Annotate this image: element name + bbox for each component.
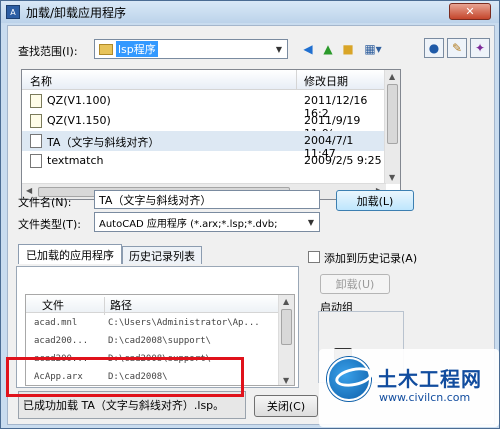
document-icon [30, 134, 42, 148]
column-name-header[interactable]: 名称 [30, 73, 52, 89]
dialog-window: A 加载/卸载应用程序 ✕ 查找范围(I): lsp程序 ▼ ◀ ▲ ■ ▦▾ … [0, 0, 500, 429]
watermark-title: 土木工程网 [377, 367, 482, 391]
close-button[interactable]: 关闭(C) [254, 395, 318, 417]
file-row[interactable]: QZ(V1.150) 2011/9/19 11:0( [22, 111, 386, 140]
add-history-label: 添加到历史记录(A) [324, 252, 418, 265]
chevron-down-icon[interactable]: ▼ [271, 40, 287, 58]
lookin-value: lsp程序 [116, 41, 158, 57]
file-row-selected[interactable]: TA（文字与斜线对齐） 2004/7/1 11:47 [22, 131, 386, 160]
title-bar[interactable]: A 加载/卸载应用程序 ✕ [1, 1, 499, 23]
loaded-file: AcApp.arx [34, 372, 83, 382]
file-list[interactable]: 名称 修改日期 QZ(V1.100) 2011/12/16 16:2 QZ(V1… [21, 69, 401, 200]
scroll-down-icon[interactable]: ▼ [389, 173, 395, 182]
lisp-file-icon [30, 94, 42, 108]
autocad-app-icon: A [6, 5, 20, 19]
loaded-path: D:\cad2008\support\ [108, 354, 211, 364]
options-icon[interactable]: ✦ [470, 38, 490, 58]
filetype-value: AutoCAD 应用程序 (*.arx;*.lsp;*.dvb; [99, 218, 278, 230]
file-name: QZ(V1.100) [47, 94, 111, 107]
scroll-thumb[interactable] [387, 84, 398, 144]
tools-icon[interactable]: ✎ [447, 38, 467, 58]
column-divider [296, 70, 297, 90]
loaded-file: acad200... [34, 336, 89, 346]
filename-input[interactable]: TA（文字与斜线对齐） [94, 190, 320, 209]
lookin-label: 查找范围(I): [18, 45, 78, 58]
unload-button[interactable]: 卸载(U) [320, 274, 390, 294]
file-list-vertical-scrollbar[interactable]: ▲ ▼ [384, 70, 400, 184]
file-row[interactable]: QZ(V1.100) 2011/12/16 16:2 [22, 91, 386, 120]
window-close-button[interactable]: ✕ [449, 3, 491, 20]
loaded-app-row[interactable]: acad200... D:\cad2008\support\ [26, 351, 280, 369]
column-date-header[interactable]: 修改日期 [304, 73, 348, 89]
watermark-url: www.civilcn.com [379, 391, 471, 404]
file-name: textmatch [47, 154, 104, 167]
tab-loaded-apps[interactable]: 已加载的应用程序 [18, 244, 122, 264]
loaded-path: D:\cad2008\support\ [108, 336, 211, 346]
filetype-combo[interactable]: AutoCAD 应用程序 (*.arx;*.lsp;*.dvb; ▼ [94, 212, 320, 232]
find-file-icon[interactable]: ● [424, 38, 444, 58]
column-file-header[interactable]: 文件 [42, 297, 64, 313]
file-name: QZ(V1.150) [47, 114, 111, 127]
load-button[interactable]: 加载(L) [336, 190, 414, 211]
view-menu-icon[interactable]: ▦▾ [360, 40, 386, 58]
loaded-list-scrollbar[interactable]: ▲ ▼ [278, 295, 294, 385]
lisp-file-icon [30, 114, 42, 128]
loaded-file: acad200... [34, 354, 89, 364]
up-folder-icon[interactable]: ▲ [319, 40, 337, 58]
loaded-app-row[interactable]: acad.mnl C:\Users\Administrator\Ap... [26, 315, 280, 333]
loaded-path: D:\cad2008\ [108, 372, 168, 382]
loaded-path: C:\Users\Administrator\Ap... [108, 318, 260, 328]
add-history-checkbox[interactable] [308, 251, 320, 263]
scroll-thumb[interactable] [281, 309, 292, 345]
loaded-list-header: 文件 路径 [26, 295, 280, 315]
civilcn-logo-icon [327, 357, 371, 401]
file-row[interactable]: textmatch 2009/2/5 9:25 [22, 151, 386, 171]
tab-history-list[interactable]: 历史记录列表 [122, 246, 202, 264]
loaded-app-row[interactable]: AcApp.arx D:\cad2008\ [26, 369, 280, 385]
watermark: 土木工程网 www.civilcn.com [319, 349, 499, 427]
back-icon[interactable]: ◀ [299, 40, 317, 58]
filetype-label: 文件类型(T): [18, 218, 82, 231]
loaded-apps-panel: 文件 路径 acad.mnl C:\Users\Administrator\Ap… [16, 266, 299, 388]
filename-label: 文件名(N): [18, 196, 72, 209]
folder-icon [99, 43, 113, 55]
column-path-header[interactable]: 路径 [110, 297, 132, 313]
loaded-app-row[interactable]: acad200... D:\cad2008\support\ [26, 333, 280, 351]
lookin-combo[interactable]: lsp程序 ▼ [94, 39, 288, 59]
loaded-file: acad.mnl [34, 318, 78, 328]
file-name: TA（文字与斜线对齐） [47, 136, 160, 149]
new-folder-icon[interactable]: ■ [339, 40, 357, 58]
chevron-down-icon[interactable]: ▼ [303, 213, 319, 231]
document-icon [30, 154, 42, 168]
loaded-apps-list[interactable]: 文件 路径 acad.mnl C:\Users\Administrator\Ap… [25, 294, 295, 386]
status-message: 已成功加载 TA（文字与斜线对齐）.lsp。 [18, 391, 246, 419]
scroll-up-icon[interactable]: ▲ [283, 297, 289, 306]
file-date: 2009/2/5 9:25 [304, 154, 382, 167]
window-title: 加载/卸载应用程序 [26, 5, 127, 20]
file-list-header: 名称 修改日期 [22, 70, 386, 90]
scroll-down-icon[interactable]: ▼ [283, 376, 289, 385]
column-divider [104, 297, 105, 315]
scroll-up-icon[interactable]: ▲ [389, 72, 395, 81]
